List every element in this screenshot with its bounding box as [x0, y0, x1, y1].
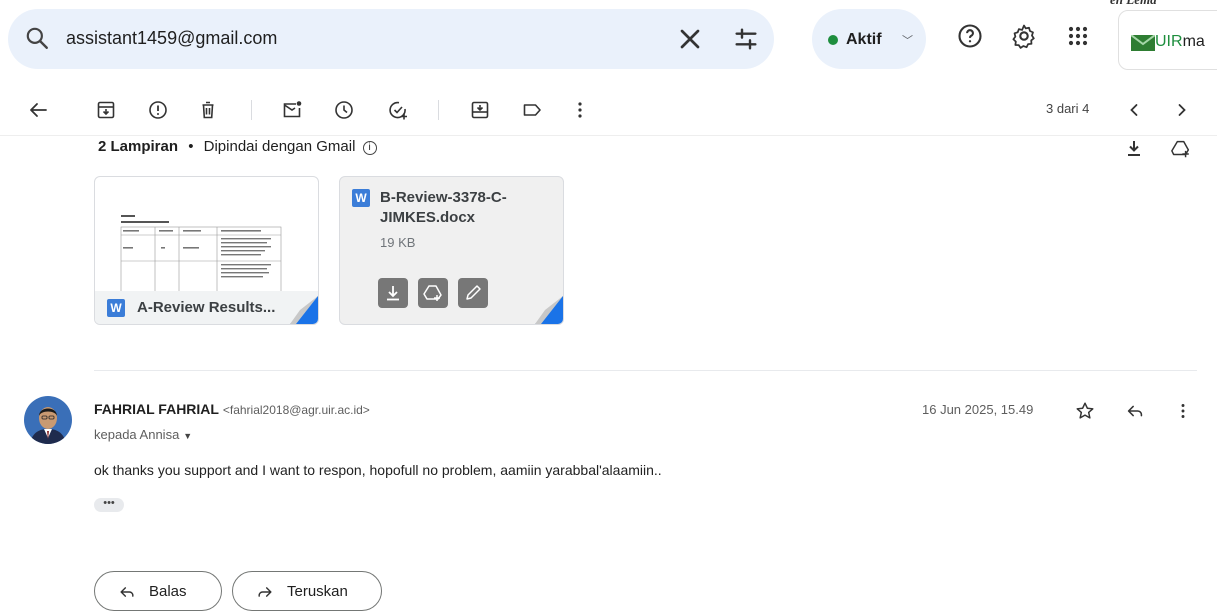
- separator-dot: •: [188, 138, 194, 155]
- attachments-header: 2 Lampiran • Dipindai dengan Gmail i: [98, 138, 377, 155]
- forward-label: Teruskan: [287, 583, 348, 600]
- mail-icon: [1130, 34, 1156, 51]
- caret-down-icon: ▼: [183, 431, 193, 441]
- search-icon[interactable]: [24, 25, 50, 51]
- more-icon[interactable]: [568, 98, 592, 122]
- more-icon[interactable]: [1172, 400, 1194, 422]
- pagination-label: 3 dari 4: [1046, 101, 1090, 116]
- search-bar[interactable]: assistant1459@gmail.com: [8, 9, 774, 69]
- show-trimmed-content-button[interactable]: •••: [94, 498, 124, 512]
- download-all-icon[interactable]: [1124, 138, 1144, 158]
- delete-icon[interactable]: [196, 98, 220, 122]
- help-icon[interactable]: [956, 22, 984, 50]
- status-dot: [828, 35, 838, 45]
- status-dropdown[interactable]: Aktif ﹀: [812, 9, 926, 69]
- snooze-icon[interactable]: [332, 98, 356, 122]
- back-icon[interactable]: [26, 98, 50, 122]
- forward-icon: [255, 582, 275, 602]
- file-corner-icon: [535, 296, 563, 324]
- report-spam-icon[interactable]: [146, 98, 170, 122]
- attachment-name: A-Review Results...: [137, 299, 276, 316]
- add-task-icon[interactable]: [386, 98, 410, 122]
- prev-icon[interactable]: [1122, 98, 1146, 122]
- attachment-size: 19 KB: [380, 235, 416, 250]
- chevron-down-icon: ﹀: [902, 35, 913, 47]
- org-account-button[interactable]: UIRma: [1118, 10, 1217, 70]
- reply-label: Balas: [149, 583, 187, 600]
- recipient-label: kepada Annisa: [94, 427, 180, 442]
- toolbar-divider: [438, 100, 439, 120]
- sender-email: <fahrial2018@agr.uir.ac.id>: [222, 403, 370, 417]
- settings-icon[interactable]: [1010, 22, 1038, 50]
- attachment-name-line1: B-Review-3378-C-: [380, 189, 507, 206]
- attachments-count: 2 Lampiran: [98, 138, 179, 155]
- star-icon[interactable]: [1074, 400, 1096, 422]
- toolbar-divider: [251, 100, 252, 120]
- avatar[interactable]: [24, 396, 72, 444]
- message-body: ok thanks you support and I want to resp…: [94, 462, 662, 478]
- reply-icon: [117, 582, 137, 602]
- edit-icon[interactable]: [458, 278, 488, 308]
- attachment-card[interactable]: W B-Review-3378-C- JIMKES.docx 19 KB: [339, 176, 564, 325]
- apps-icon[interactable]: [1064, 22, 1092, 50]
- top-bar: en Lema assistant1459@gmail.com Aktif ﹀ …: [0, 0, 1217, 80]
- corner-text: en Lema: [1110, 0, 1157, 8]
- info-icon[interactable]: i: [362, 141, 377, 155]
- word-file-icon: W: [107, 299, 125, 317]
- word-file-icon: W: [352, 189, 370, 207]
- label-icon[interactable]: [520, 98, 544, 122]
- reply-button[interactable]: Balas: [94, 571, 222, 611]
- message-divider: [94, 370, 1197, 371]
- forward-button[interactable]: Teruskan: [232, 571, 382, 611]
- archive-icon[interactable]: [94, 98, 118, 122]
- attachment-name-line2: JIMKES.docx: [380, 209, 476, 226]
- file-corner-icon: [290, 296, 318, 324]
- filter-icon[interactable]: [730, 23, 762, 55]
- attachment-card[interactable]: W A-Review Results...: [94, 176, 319, 325]
- download-icon[interactable]: [378, 278, 408, 308]
- scanned-label: Dipindai dengan Gmail: [203, 138, 356, 155]
- clear-search-icon[interactable]: [674, 23, 706, 55]
- message-toolbar: 3 dari 4: [0, 84, 1217, 136]
- drive-icon[interactable]: [418, 278, 448, 308]
- search-input[interactable]: assistant1459@gmail.com: [66, 28, 277, 49]
- mark-unread-icon[interactable]: [280, 98, 304, 122]
- recipient-dropdown[interactable]: kepada Annisa ▼: [94, 427, 192, 442]
- status-label: Aktif: [846, 31, 882, 48]
- add-to-drive-icon[interactable]: [1170, 138, 1192, 160]
- move-to-icon[interactable]: [468, 98, 492, 122]
- reply-icon[interactable]: [1124, 400, 1146, 422]
- sender-line: FAHRIAL FAHRIAL <fahrial2018@agr.uir.ac.…: [94, 401, 370, 417]
- message-date: 16 Jun 2025, 15.49: [922, 402, 1034, 417]
- sender-name[interactable]: FAHRIAL FAHRIAL: [94, 401, 219, 417]
- next-icon[interactable]: [1170, 98, 1194, 122]
- org-label: UIRma: [1155, 33, 1205, 50]
